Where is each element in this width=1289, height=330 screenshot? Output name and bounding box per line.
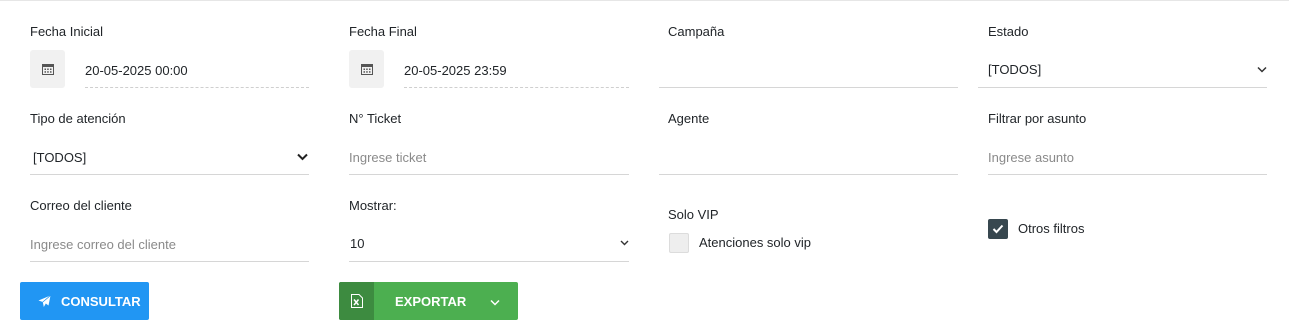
exportar-button-label: EXPORTAR <box>395 294 467 309</box>
fecha-final-value: 20-05-2025 23:59 <box>404 63 507 78</box>
correo-input[interactable]: Ingrese correo del cliente <box>30 229 309 262</box>
calendar-icon <box>41 64 54 75</box>
fecha-inicial-input[interactable]: 20-05-2025 00:00 <box>85 55 309 88</box>
fecha-inicial-value: 20-05-2025 00:00 <box>85 63 188 78</box>
consultar-button-label: CONSULTAR <box>61 293 141 309</box>
campana-label: Campaña <box>668 24 725 39</box>
check-icon <box>992 224 1004 234</box>
excel-file-icon <box>339 282 374 320</box>
fecha-inicial-label: Fecha Inicial <box>30 24 103 39</box>
chevron-down-icon <box>1255 62 1269 76</box>
correo-label: Correo del cliente <box>30 198 132 213</box>
chevron-down-icon <box>295 150 309 164</box>
fecha-final-calendar-button[interactable] <box>349 50 384 88</box>
ticket-placeholder: Ingrese ticket <box>349 150 427 165</box>
asunto-label: Filtrar por asunto <box>988 111 1087 126</box>
estado-select[interactable]: [TODOS] <box>978 55 1267 88</box>
fecha-inicial-calendar-button[interactable] <box>30 50 65 88</box>
otros-filtros-checkbox[interactable] <box>988 219 1008 239</box>
chevron-down-icon <box>617 236 631 250</box>
mostrar-value: 10 <box>350 236 365 251</box>
agente-label: Agente <box>668 111 710 126</box>
asunto-input[interactable]: Ingrese asunto <box>988 142 1267 175</box>
mostrar-label: Mostrar: <box>349 198 397 213</box>
solo-vip-checkbox[interactable] <box>669 233 689 253</box>
estado-label: Estado <box>988 24 1029 39</box>
otros-filtros-label[interactable]: Otros filtros <box>1018 221 1084 236</box>
solo-vip-label: Solo VIP <box>668 207 719 222</box>
fecha-final-input[interactable]: 20-05-2025 23:59 <box>404 55 629 88</box>
asunto-placeholder: Ingrese asunto <box>988 150 1075 165</box>
agente-select[interactable] <box>659 142 958 175</box>
filters-panel: Fecha Inicial 20-05-2025 00:00 Fecha Fin… <box>0 0 1289 330</box>
correo-placeholder: Ingrese correo del cliente <box>30 237 176 252</box>
paper-plane-icon <box>38 294 51 307</box>
campana-select[interactable] <box>659 55 958 88</box>
tipo-atencion-value: [TODOS] <box>33 150 87 165</box>
calendar-icon <box>360 64 373 75</box>
solo-vip-checkbox-label[interactable]: Atenciones solo vip <box>699 235 811 250</box>
exportar-button[interactable]: EXPORTAR <box>339 282 518 320</box>
mostrar-select[interactable]: 10 <box>349 229 629 262</box>
ticket-label: N° Ticket <box>349 111 402 126</box>
consultar-button[interactable]: CONSULTAR <box>20 282 149 320</box>
ticket-input[interactable]: Ingrese ticket <box>349 142 629 175</box>
chevron-down-icon[interactable] <box>490 294 500 309</box>
fecha-final-label: Fecha Final <box>349 24 417 39</box>
estado-value: [TODOS] <box>988 62 1042 77</box>
tipo-atencion-label: Tipo de atención <box>30 111 126 126</box>
tipo-atencion-select[interactable]: [TODOS] <box>30 142 309 175</box>
